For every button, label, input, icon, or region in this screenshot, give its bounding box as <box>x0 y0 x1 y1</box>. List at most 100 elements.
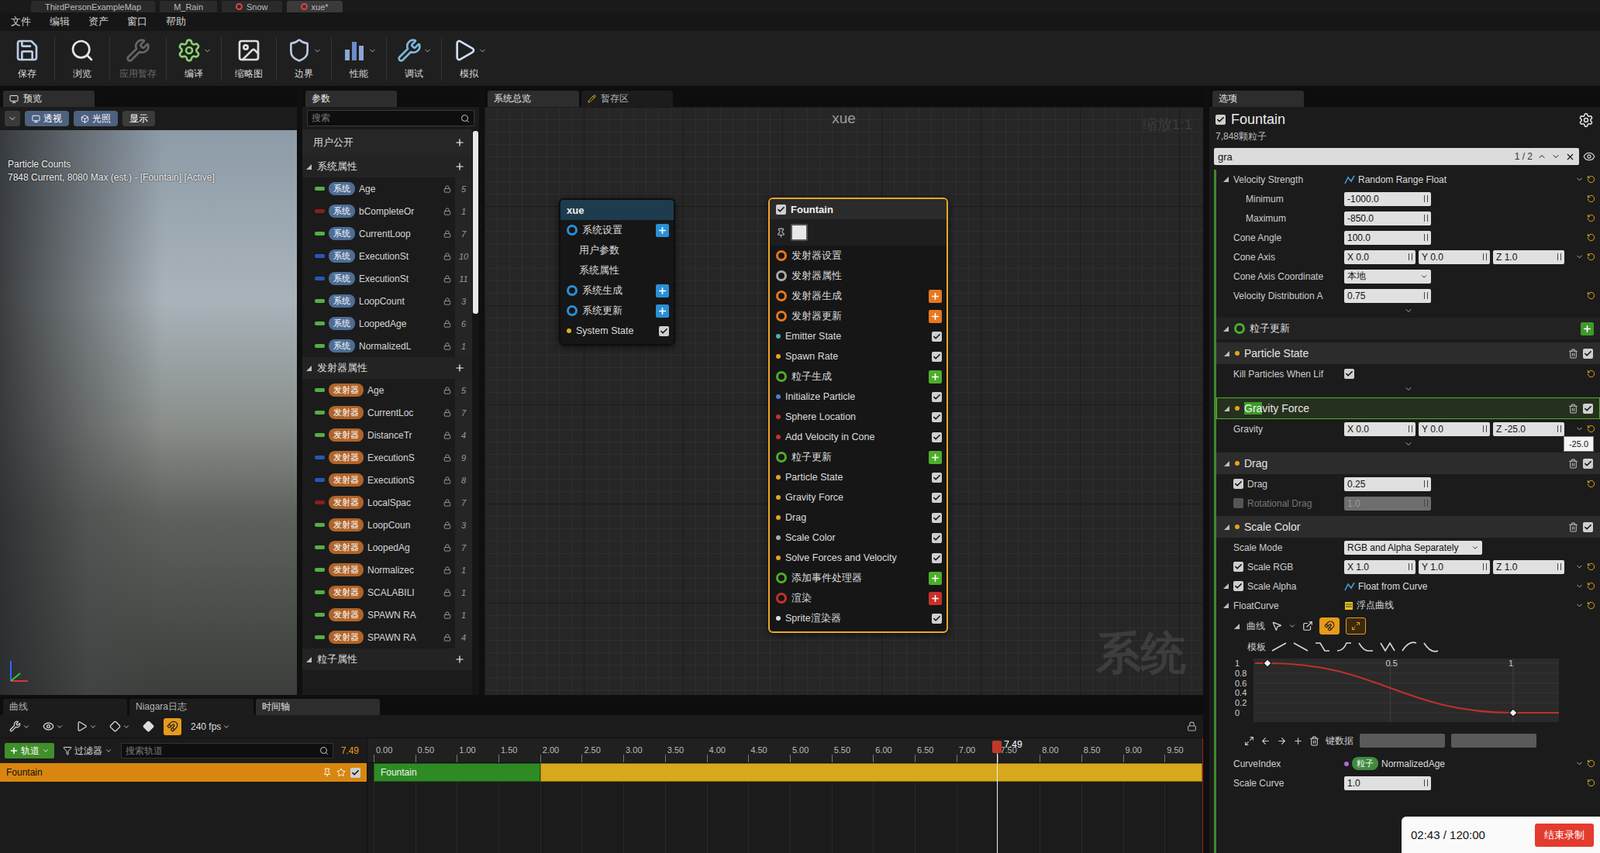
module-enable-checkbox[interactable] <box>931 351 942 363</box>
add-parameter-button[interactable] <box>453 362 466 375</box>
property-row[interactable]: Scale AlphaFloat from Curve <box>1216 576 1600 597</box>
module-enable-checkbox[interactable] <box>1582 348 1594 359</box>
add-module-button[interactable] <box>655 304 669 318</box>
expand-arrow-icon[interactable] <box>1223 350 1231 358</box>
track-row[interactable]: Fountain <box>0 763 367 783</box>
parameters-tab[interactable]: 参数 <box>305 90 397 107</box>
star-icon[interactable] <box>336 768 346 778</box>
parameter-row[interactable]: 发射器SCALABILI1 <box>302 581 473 604</box>
reset-to-default-icon[interactable] <box>1586 601 1596 611</box>
property-row[interactable]: Drag0.25 <box>1216 474 1600 494</box>
select-field[interactable]: 本地 <box>1344 269 1432 284</box>
menu-item[interactable]: 文件 <box>1 14 41 29</box>
property-row[interactable]: GravityX 0.0Y 0.0Z -25.0-25.0 <box>1216 419 1600 439</box>
property-row[interactable]: Velocity Distribution A0.75 <box>1216 286 1600 306</box>
module-enable-checkbox[interactable] <box>1582 522 1594 533</box>
vector-field[interactable]: Z 1.0 <box>1493 250 1565 265</box>
add-module-button[interactable] <box>928 451 942 465</box>
bottom-tab[interactable]: 时间轴 <box>255 699 380 716</box>
vector-field[interactable]: Y 0.0 <box>1418 250 1490 265</box>
open-curve-icon[interactable] <box>1302 620 1314 632</box>
expand-arrow-icon[interactable] <box>1222 325 1230 333</box>
dropdown-caret-icon[interactable] <box>368 46 377 56</box>
vector-field[interactable]: X 0.0 <box>1344 250 1416 265</box>
property-row[interactable]: Velocity StrengthRandom Range Float <box>1216 169 1600 190</box>
expand-arrow-icon[interactable] <box>1223 460 1231 468</box>
property-row[interactable]: Maximum-850.0 <box>1216 208 1600 228</box>
node-stage-row[interactable]: 添加事件处理器 <box>769 568 947 589</box>
module-enable-checkbox[interactable] <box>931 412 942 423</box>
track-section[interactable]: Fountain <box>373 763 541 783</box>
delete-icon[interactable] <box>1568 348 1579 359</box>
parameter-row[interactable]: 发射器SPAWN RA1 <box>302 603 473 627</box>
preview-tab[interactable]: 预览 <box>3 90 95 107</box>
module-header[interactable]: Particle State <box>1216 342 1600 365</box>
graph-canvas[interactable]: xue缩放1:1系统xue系统设置用户参数系统属性系统生成系统更新System … <box>484 106 1204 696</box>
node-sub-row[interactable]: 用户参数 <box>560 240 674 261</box>
parameter-row[interactable]: 发射器SPAWN RA4 <box>302 626 473 649</box>
toolbar-button[interactable]: 编译 <box>169 33 218 85</box>
details-tab[interactable]: 选项 <box>1212 90 1304 107</box>
property-row[interactable]: Cone Axis Coordinate本地 <box>1216 266 1600 287</box>
timeline-area[interactable]: 0.000.501.001.502.002.503.003.504.004.50… <box>367 738 1204 853</box>
node-stage-row[interactable]: 渲染 <box>769 588 947 609</box>
property-row[interactable]: Cone Angle100.0 <box>1216 227 1600 248</box>
scrollbar[interactable] <box>472 129 480 696</box>
dropdown-caret-icon[interactable] <box>423 46 432 56</box>
node-stage-row[interactable]: 粒子更新 <box>769 447 947 468</box>
node-module-row[interactable]: Sprite渲染器 <box>769 608 947 629</box>
reset-to-default-icon[interactable] <box>1586 759 1596 769</box>
tools-button[interactable] <box>6 718 34 736</box>
viewport-button[interactable]: 显示 <box>122 110 156 127</box>
module-enable-checkbox[interactable] <box>931 493 942 504</box>
add-parameter-button[interactable] <box>453 160 466 173</box>
module-enable-checkbox[interactable] <box>1582 403 1594 414</box>
add-module-button[interactable] <box>655 224 669 238</box>
module-enable-checkbox[interactable] <box>931 513 942 524</box>
next-match-icon[interactable] <box>1551 151 1561 162</box>
curve-template-button[interactable] <box>1270 640 1288 655</box>
add-module-button[interactable] <box>928 289 942 304</box>
dropdown-caret-icon[interactable] <box>478 46 487 56</box>
curve-template-button[interactable] <box>1292 640 1310 655</box>
track-section[interactable] <box>540 763 1203 783</box>
parameter-row[interactable]: 发射器Age5 <box>302 379 473 402</box>
parameter-section[interactable]: 系统属性 <box>302 155 473 178</box>
module-enable-checkbox[interactable] <box>931 331 942 342</box>
add-module-button[interactable] <box>928 370 942 384</box>
fps-dropdown[interactable]: 240 fps <box>187 718 234 736</box>
module-header[interactable]: Drag <box>1216 452 1600 475</box>
add-module-button[interactable] <box>928 572 942 586</box>
menu-item[interactable]: 资产 <box>79 14 118 29</box>
node-module-row[interactable]: Gravity Force <box>769 487 947 508</box>
reset-to-default-icon[interactable] <box>1586 252 1596 262</box>
expand-arrow-icon[interactable] <box>1222 582 1230 590</box>
graph-node[interactable]: xue系统设置用户参数系统属性系统生成系统更新System State <box>558 198 676 346</box>
node-stage-row[interactable]: 发射器更新 <box>769 306 947 327</box>
dropdown-caret-icon[interactable] <box>203 46 212 56</box>
emitter-enable-checkbox[interactable] <box>1215 114 1226 125</box>
node-stage-row[interactable]: 发射器设置 <box>769 245 947 266</box>
options-caret-icon[interactable] <box>1575 562 1584 572</box>
module-enable-checkbox[interactable] <box>931 613 942 625</box>
node-module-row[interactable]: Solve Forces and Velocity <box>769 548 947 569</box>
number-field[interactable]: -1000.0 <box>1344 192 1432 207</box>
menu-item[interactable]: 帮助 <box>156 14 196 29</box>
track-enable-checkbox[interactable] <box>350 768 361 779</box>
module-enable-checkbox[interactable] <box>931 392 942 403</box>
filter-button[interactable]: 过滤器 <box>58 743 117 759</box>
property-row[interactable]: Scale ModeRGB and Alpha Separately <box>1216 537 1600 558</box>
toolbar-button[interactable]: 浏览 <box>58 33 107 85</box>
menu-item[interactable]: 窗口 <box>117 14 157 29</box>
viewport-menu-button[interactable] <box>4 110 21 127</box>
document-tab[interactable]: xue* <box>286 0 343 13</box>
viewport-button[interactable]: 透视 <box>24 110 69 127</box>
node-stage-row[interactable]: 系统设置 <box>560 220 674 241</box>
toolbar-button[interactable]: 缩略图 <box>224 33 273 85</box>
node-sub-row[interactable]: 系统属性 <box>560 260 674 281</box>
property-checkbox[interactable] <box>1233 581 1244 592</box>
reset-to-default-icon[interactable] <box>1586 291 1596 300</box>
property-row[interactable]: Cone AxisX 0.0Y 0.0Z 1.0 <box>1216 247 1600 267</box>
options-caret-icon[interactable] <box>1575 175 1584 184</box>
curve-template-button[interactable] <box>1313 640 1332 655</box>
